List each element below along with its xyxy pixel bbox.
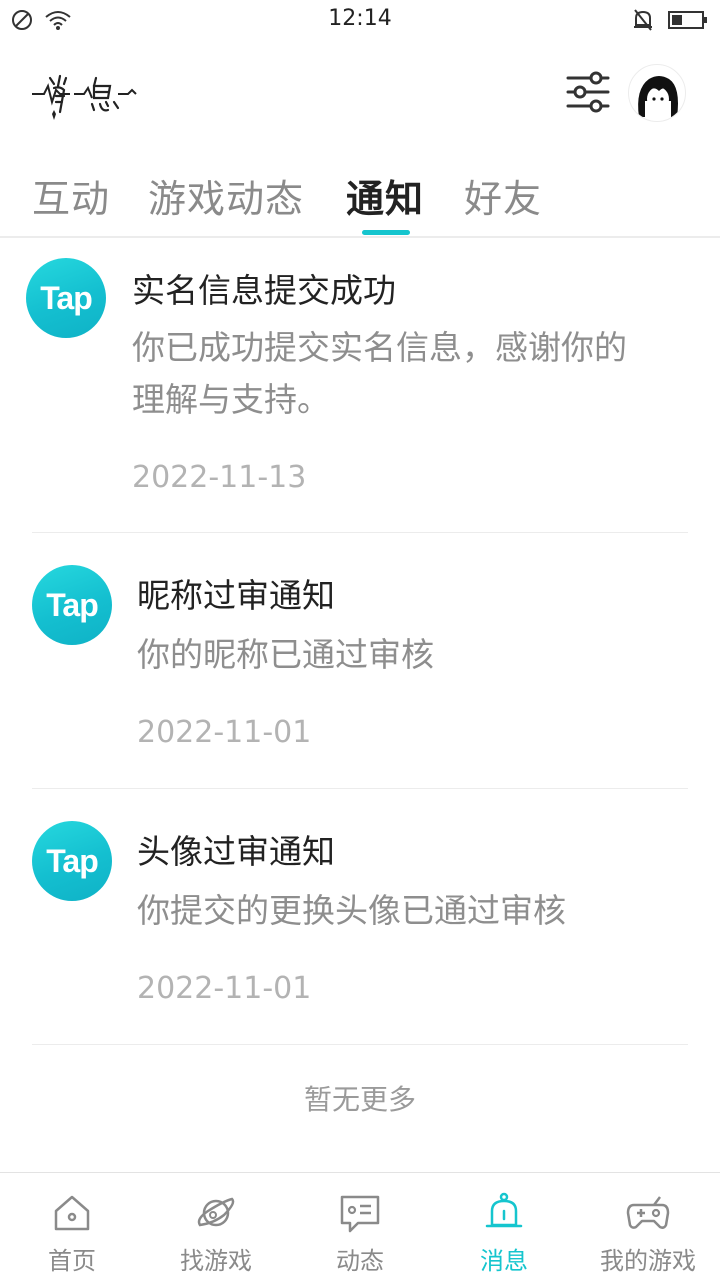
tab-notifications[interactable]: 通知 — [346, 168, 424, 223]
tap-logo-icon: Tap — [26, 258, 106, 338]
chat-icon — [340, 1195, 380, 1233]
notification-body-line2: 理解与支持。 — [132, 380, 330, 419]
nav-home[interactable]: 首页 — [0, 1173, 144, 1280]
user-avatar[interactable] — [628, 64, 686, 122]
tap-logo-icon: Tap — [32, 821, 112, 901]
notification-item[interactable]: Tap 实名信息提交成功 你已成功提交实名信息，感谢你的 理解与支持。 2022… — [26, 240, 688, 533]
notification-date: 2022-11-01 — [137, 971, 312, 1006]
nav-my-games-label: 我的游戏 — [600, 1247, 696, 1275]
planet-icon — [197, 1197, 235, 1227]
nav-find-games[interactable]: 找游戏 — [144, 1173, 288, 1280]
nav-messages-label: 消息 — [480, 1247, 528, 1275]
messages-logo — [30, 64, 140, 124]
bell-icon — [485, 1192, 523, 1228]
notification-title: 昵称过审通知 — [137, 576, 335, 615]
nav-find-games-label: 找游戏 — [180, 1247, 252, 1275]
mute-bell-icon — [634, 9, 652, 31]
notification-body-line1: 你的昵称已通过审核 — [137, 635, 434, 674]
status-time: 12:14 — [328, 6, 392, 31]
notification-date: 2022-11-01 — [137, 715, 312, 750]
tab-interactions[interactable]: 互动 — [32, 168, 110, 223]
tap-logo-icon: Tap — [32, 565, 112, 645]
notification-body-line1: 你已成功提交实名信息，感谢你的 — [132, 328, 627, 367]
nav-my-games[interactable]: 我的游戏 — [576, 1173, 720, 1280]
message-tabs: 互动 游戏动态 通知 好友 — [0, 160, 720, 238]
active-tab-indicator — [362, 230, 410, 235]
notification-title: 头像过审通知 — [137, 832, 335, 871]
nav-feed[interactable]: 动态 — [288, 1173, 432, 1280]
gamepad-icon — [626, 1196, 670, 1229]
handwritten-title-logo — [32, 74, 137, 120]
filter-settings-button[interactable] — [566, 70, 610, 114]
status-right-icons — [632, 8, 708, 32]
nav-home-label: 首页 — [48, 1247, 96, 1275]
bottom-navigation: 首页 找游戏 动态 消息 我的游戏 — [0, 1172, 720, 1280]
notification-body-line1: 你提交的更换头像已通过审核 — [137, 891, 566, 930]
notification-title: 实名信息提交成功 — [132, 271, 396, 310]
battery-icon — [668, 11, 707, 29]
home-icon — [54, 1195, 90, 1231]
app-header — [0, 50, 720, 150]
anime-girl-avatar-icon — [638, 76, 678, 117]
no-more-text: 暂无更多 — [303, 1083, 416, 1116]
tab-game-updates[interactable]: 游戏动态 — [148, 168, 304, 223]
status-bar: 12:14 — [0, 0, 720, 40]
nav-messages[interactable]: 消息 — [432, 1173, 576, 1280]
sliders-icon — [566, 71, 610, 113]
notification-item[interactable]: Tap 头像过审通知 你提交的更换头像已通过审核 2022-11-01 — [32, 789, 688, 1045]
notification-date: 2022-11-13 — [132, 460, 307, 495]
notification-item[interactable]: Tap 昵称过审通知 你的昵称已通过审核 2022-11-01 — [32, 533, 688, 789]
nav-feed-label: 动态 — [336, 1247, 384, 1275]
tab-friends[interactable]: 好友 — [464, 168, 542, 223]
